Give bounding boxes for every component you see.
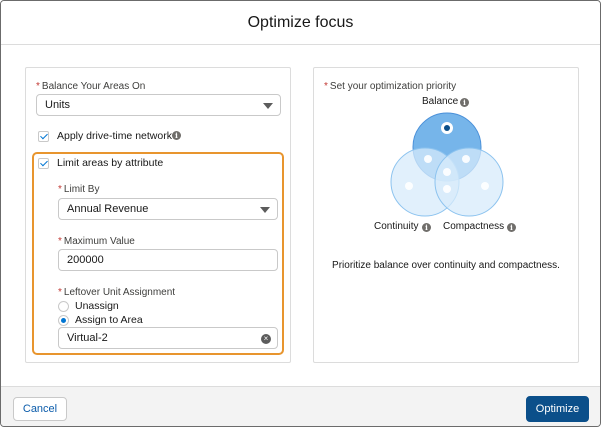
- selected-dot-center: [444, 125, 450, 131]
- venn-label-balance: Balance: [422, 96, 459, 107]
- chevron-down-icon: [260, 207, 270, 213]
- modal-title: Optimize focus: [247, 13, 354, 31]
- radio-unassign[interactable]: [58, 301, 69, 312]
- limit-by-label: * Limit By: [58, 184, 100, 195]
- limit-areas-checkbox[interactable]: [38, 158, 49, 169]
- info-icon[interactable]: i: [460, 98, 469, 107]
- radio-unassign-label: Unassign: [75, 300, 119, 312]
- radio-assign-to-area[interactable]: [58, 315, 69, 326]
- area-lookup-value: Virtual-2: [67, 332, 108, 344]
- venn-dot: [462, 155, 470, 163]
- balance-select[interactable]: Units: [36, 94, 281, 116]
- area-lookup-input[interactable]: Virtual-2 ×: [58, 327, 278, 349]
- limit-by-value: Annual Revenue: [67, 203, 149, 215]
- max-value-text: 200000: [67, 254, 104, 266]
- drive-time-label: Apply drive-time network: [57, 130, 172, 142]
- info-icon[interactable]: i: [172, 131, 181, 140]
- venn-dot: [424, 155, 432, 163]
- modal-body: * Balance Your Areas On Units Apply drive…: [1, 45, 600, 386]
- chevron-down-icon: [263, 103, 273, 109]
- max-value-label: * Maximum Value: [58, 236, 135, 247]
- limit-areas-label: Limit areas by attribute: [57, 157, 164, 169]
- leftover-label: * Leftover Unit Assignment: [58, 287, 176, 298]
- settings-panel: * Balance Your Areas On Units Apply drive…: [25, 67, 291, 363]
- cancel-button[interactable]: Cancel: [13, 397, 67, 421]
- radio-assign-to-area-label: Assign to Area: [75, 314, 143, 326]
- priority-panel: * Set your optimization priority Balance …: [313, 67, 579, 363]
- modal-header: Optimize focus: [1, 1, 600, 45]
- clear-icon[interactable]: ×: [261, 334, 271, 344]
- venn-label-compactness: Compactness: [443, 221, 505, 232]
- venn-dot: [405, 182, 413, 190]
- info-icon[interactable]: i: [507, 223, 516, 232]
- balance-select-value: Units: [45, 99, 71, 111]
- balance-label: * Balance Your Areas On: [36, 81, 146, 92]
- drive-time-checkbox[interactable]: [38, 131, 49, 142]
- venn-dot: [443, 185, 451, 193]
- venn-dot: [443, 168, 451, 176]
- venn-label-continuity: Continuity: [374, 221, 419, 232]
- max-value-input[interactable]: 200000: [58, 249, 278, 271]
- priority-venn-diagram: [390, 112, 504, 217]
- optimize-focus-modal: Optimize focus * Balance Your Areas On Un…: [0, 0, 601, 427]
- limit-by-select[interactable]: Annual Revenue: [58, 198, 278, 220]
- priority-label: * Set your optimization priority: [324, 81, 457, 92]
- info-icon[interactable]: i: [422, 223, 431, 232]
- modal-footer: Cancel Optimize: [1, 386, 600, 426]
- optimize-button[interactable]: Optimize: [526, 396, 589, 422]
- venn-dot: [481, 182, 489, 190]
- priority-message: Prioritize balance over continuity and c…: [332, 260, 560, 271]
